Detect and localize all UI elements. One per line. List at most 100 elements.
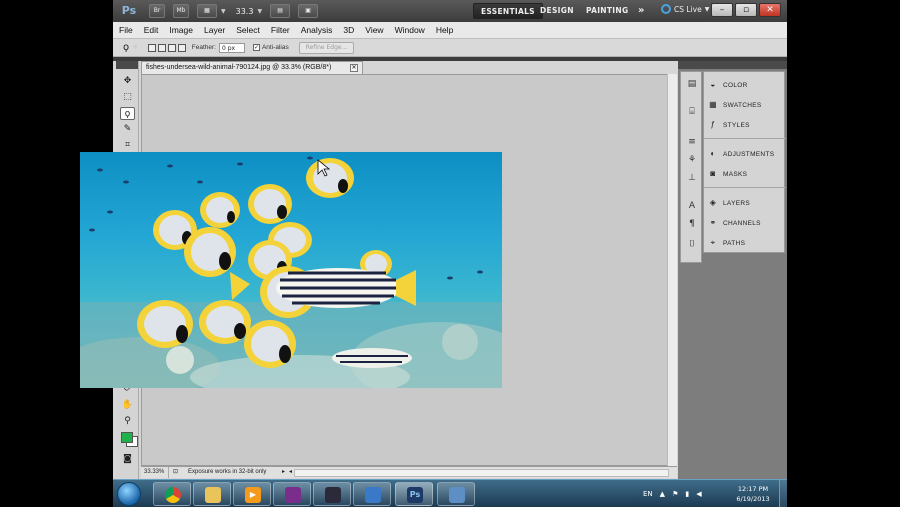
- taskbar-app-5[interactable]: [313, 482, 351, 506]
- close-icon[interactable]: ✕: [350, 64, 358, 72]
- paragraph-icon[interactable]: ¶: [686, 218, 698, 230]
- zoom-level-field[interactable]: 33.3: [236, 7, 254, 16]
- channels-panel-tab[interactable]: ⚭ CHANNELS: [708, 214, 761, 232]
- document-image[interactable]: [80, 152, 502, 388]
- chevron-down-icon[interactable]: ▼: [133, 44, 138, 51]
- restore-button[interactable]: ▫: [735, 3, 757, 17]
- taskbar-app-6[interactable]: [353, 482, 391, 506]
- marquee-tool-icon[interactable]: ⬚: [120, 91, 135, 104]
- layers-panel-label: LAYERS: [723, 199, 750, 207]
- minimize-button[interactable]: –: [711, 3, 733, 17]
- taskbar-app-8[interactable]: [437, 482, 475, 506]
- show-desktop-button[interactable]: [779, 480, 787, 507]
- layers-panel-tab[interactable]: ◈ LAYERS: [708, 194, 750, 212]
- launch-bridge-button[interactable]: Br: [149, 4, 165, 18]
- lasso-tool-icon[interactable]: ϙ: [120, 107, 135, 120]
- masks-panel-tab[interactable]: ◙ MASKS: [708, 165, 747, 183]
- launch-mini-bridge-button[interactable]: Mb: [173, 4, 189, 18]
- menu-select[interactable]: Select: [236, 25, 260, 35]
- dock-header[interactable]: [678, 61, 787, 69]
- workspace-painting-button[interactable]: PAINTING: [579, 3, 635, 19]
- menu-image[interactable]: Image: [169, 25, 193, 35]
- quick-selection-tool-icon[interactable]: ✎: [120, 123, 135, 136]
- new-selection-icon[interactable]: [147, 43, 156, 52]
- menu-analysis[interactable]: Analysis: [301, 25, 333, 35]
- zoom-tool-icon[interactable]: ⚲: [120, 415, 135, 428]
- menu-help[interactable]: Help: [436, 25, 453, 35]
- lasso-preset-icon[interactable]: ϙ: [123, 42, 129, 53]
- close-button[interactable]: ✕: [759, 3, 781, 17]
- paths-panel-tab[interactable]: ⌖ PATHS: [708, 234, 745, 252]
- info-icon[interactable]: ⌷: [686, 238, 698, 250]
- document-tab[interactable]: fishes-undersea-wild-animal-790124.jpg @…: [141, 61, 363, 74]
- system-tray: EN ▲ ⚑ ▮ ◀: [643, 480, 702, 507]
- flag-icon[interactable]: ⚑: [672, 490, 678, 498]
- channels-icon: ⚭: [709, 218, 717, 227]
- brush-presets-icon[interactable]: ≡: [686, 136, 698, 148]
- foreground-color-swatch[interactable]: [121, 432, 133, 443]
- folder-icon: [205, 487, 221, 503]
- styles-panel-label: STYLES: [723, 121, 750, 129]
- character-icon[interactable]: A: [686, 200, 698, 212]
- status-arrow-icon[interactable]: ▸: [282, 467, 289, 478]
- status-info-icon[interactable]: ⊡: [169, 467, 182, 478]
- feather-input[interactable]: 0 px: [218, 42, 245, 53]
- subtract-selection-icon[interactable]: [167, 43, 176, 52]
- taskbar-media-player[interactable]: ▶: [233, 482, 271, 506]
- layers-icon: ◈: [709, 198, 717, 207]
- menu-edit[interactable]: Edit: [144, 25, 159, 35]
- network-tray-icon[interactable]: ▮: [685, 490, 689, 498]
- add-to-selection-icon[interactable]: [157, 43, 166, 52]
- cs-live-menu[interactable]: CS Live ▼: [661, 4, 709, 14]
- system-clock[interactable]: 12:17 PM 6/19/2013: [728, 484, 778, 504]
- tools-panel-header[interactable]: [116, 61, 138, 69]
- styles-panel-tab[interactable]: ƒ STYLES: [708, 116, 750, 134]
- status-zoom[interactable]: 33.33%: [141, 467, 169, 478]
- screen-mode-button[interactable]: ▣: [298, 4, 319, 18]
- anti-alias-checkbox[interactable]: ✓: [252, 44, 260, 51]
- horizontal-scrollbar[interactable]: [294, 468, 669, 477]
- menu-window[interactable]: Window: [395, 25, 425, 35]
- move-tool-icon[interactable]: ✥: [120, 75, 135, 88]
- taskbar-explorer[interactable]: [193, 482, 231, 506]
- volume-icon[interactable]: ◀: [696, 490, 701, 498]
- mini-bridge-icon[interactable]: ▤: [686, 78, 698, 90]
- taskbar-photoshop[interactable]: Ps: [395, 482, 433, 506]
- cs-live-icon: [661, 4, 671, 14]
- anti-alias-label: Anti-alias: [261, 44, 289, 51]
- quick-mask-icon[interactable]: ◙: [120, 453, 135, 466]
- panel-icon-column: ▤ ⌸ ≡ ⚘ ⊥ A ¶ ⌷: [680, 71, 702, 263]
- vertical-scrollbar[interactable]: [667, 74, 677, 466]
- adjustments-icon: ◐: [710, 149, 716, 158]
- intersect-selection-icon[interactable]: [177, 43, 186, 52]
- more-workspaces-button[interactable]: »: [631, 3, 652, 19]
- workspace-design-button[interactable]: DESIGN: [533, 3, 581, 19]
- chevron-down-icon[interactable]: ▼: [221, 8, 226, 15]
- chevron-down-icon[interactable]: ▼: [257, 8, 262, 15]
- menu-view[interactable]: View: [365, 25, 383, 35]
- swatches-panel-tab[interactable]: ▦ SWATCHES: [708, 96, 762, 114]
- taskbar-chrome[interactable]: [153, 482, 191, 506]
- refine-edge-button[interactable]: Refine Edge...: [298, 41, 355, 54]
- tool-presets-icon[interactable]: ⊥: [686, 172, 698, 184]
- taskbar-app-4[interactable]: [273, 482, 311, 506]
- language-indicator[interactable]: EN: [643, 490, 653, 498]
- arrange-documents-button[interactable]: ▤: [270, 4, 291, 18]
- menu-bar: File Edit Image Layer Select Filter Anal…: [113, 22, 787, 39]
- menu-layer[interactable]: Layer: [204, 25, 225, 35]
- windows-taskbar: ▶ Ps EN ▲ ⚑ ▮ ◀ 12:17 PM 6/19/2013: [113, 479, 787, 507]
- adjustments-panel-tab[interactable]: ◐ ADJUSTMENTS: [708, 145, 774, 163]
- menu-3d[interactable]: 3D: [343, 25, 354, 35]
- color-panel-tab[interactable]: ◒ COLOR: [708, 76, 748, 94]
- show-hidden-icons-icon[interactable]: ▲: [660, 490, 665, 498]
- crop-tool-icon[interactable]: ⌗: [120, 139, 135, 152]
- hand-tool-icon[interactable]: ✋: [120, 399, 135, 412]
- start-button[interactable]: [117, 482, 141, 506]
- view-extras-button[interactable]: ▦: [197, 4, 217, 18]
- menu-filter[interactable]: Filter: [271, 25, 290, 35]
- adjustments-panel-label: ADJUSTMENTS: [723, 150, 775, 158]
- clone-source-icon[interactable]: ⚘: [686, 154, 698, 166]
- panel-divider: [704, 138, 786, 139]
- menu-file[interactable]: File: [119, 25, 133, 35]
- history-icon[interactable]: ⌸: [686, 106, 698, 118]
